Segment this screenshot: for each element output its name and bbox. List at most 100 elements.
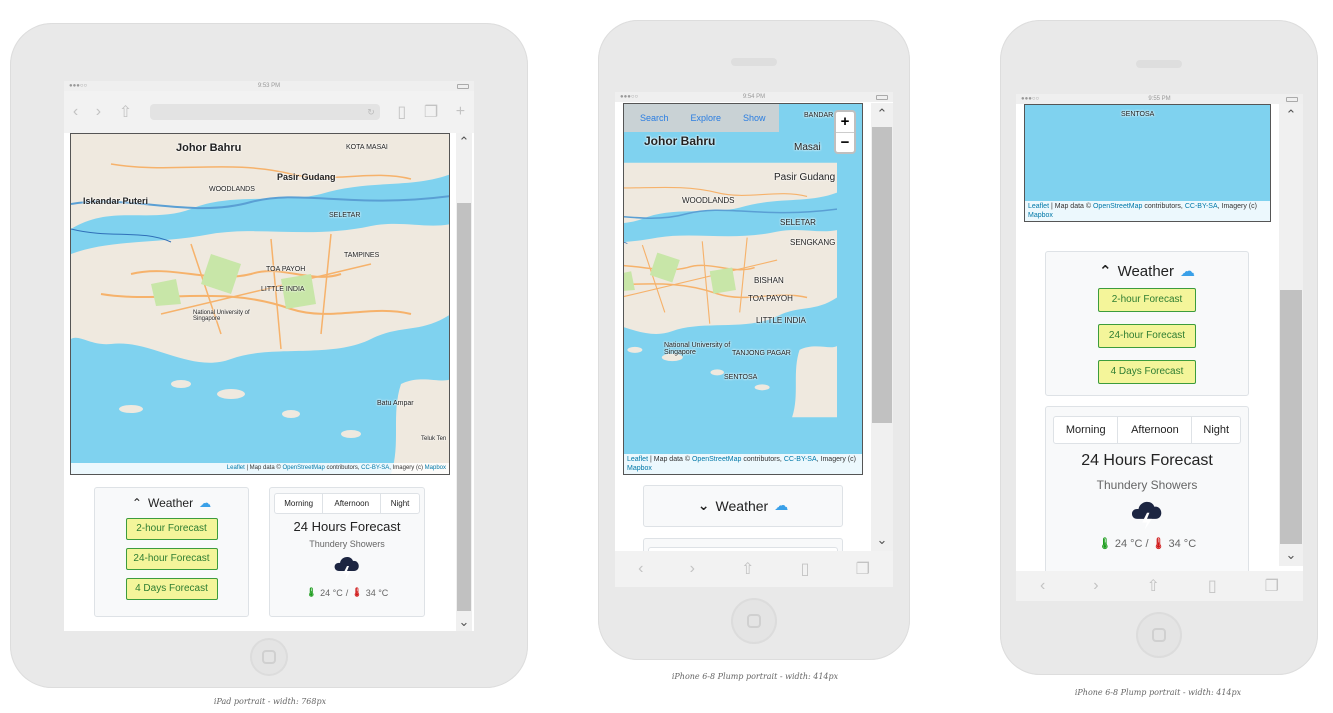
map-menu-explore[interactable]: Explore	[691, 113, 722, 123]
osm-link[interactable]: OpenStreetMap	[1093, 203, 1142, 210]
tab-morning[interactable]: Morning	[1054, 417, 1119, 443]
address-bar[interactable]: ↻	[149, 104, 380, 120]
share-icon[interactable]: ⇧	[1147, 576, 1160, 596]
leaflet-link[interactable]: Leaflet	[627, 456, 648, 463]
new-tab-icon[interactable]: +	[456, 103, 465, 121]
scroll-up-icon[interactable]: ⌃	[871, 107, 893, 121]
leaflet-link[interactable]: Leaflet	[227, 465, 245, 471]
forecast-title: 24 Hours Forecast	[1081, 452, 1213, 469]
map-menu-bar: Search Explore Show	[624, 104, 779, 132]
tabs-icon[interactable]: ❐	[856, 559, 870, 579]
osm-link[interactable]: OpenStreetMap	[282, 465, 324, 471]
share-icon[interactable]: ⇧	[119, 102, 132, 122]
temperature-range: 🌡 24 °C / 🌡 34 °C	[1046, 537, 1248, 551]
status-time: 9:54 PM	[742, 94, 766, 100]
map-label-johor-bahru: Johor Bahru	[176, 142, 242, 154]
iphone-home-button[interactable]	[731, 598, 777, 644]
leaflet-link[interactable]: Leaflet	[1028, 203, 1049, 210]
map-label-nus: National University of Singapore	[193, 310, 250, 322]
scroll-thumb[interactable]	[872, 127, 892, 423]
attribution-text-3: , Imagery (c)	[816, 456, 856, 463]
mapbox-link[interactable]: Mapbox	[1028, 212, 1053, 219]
two-hour-forecast-button[interactable]: 2-hour Forecast	[125, 518, 218, 540]
osm-link[interactable]: OpenStreetMap	[692, 456, 741, 463]
license-link[interactable]: CC-BY-SA	[1185, 203, 1218, 210]
iphone-screen-2: ●●●○○ 9:55 PM SENTOSA Leaflet | Map data…	[1016, 94, 1303, 601]
scroll-thumb[interactable]	[1280, 290, 1302, 544]
map-label-johor-bahru: Johor Bahru	[644, 134, 716, 148]
twenty-four-hour-forecast-button[interactable]: 24-hour Forecast	[1098, 324, 1196, 348]
map-menu-search[interactable]: Search	[640, 113, 669, 123]
weather-toggle[interactable]: ⌃ Weather ☁	[1046, 262, 1248, 281]
forward-icon[interactable]: ›	[96, 103, 101, 121]
scroll-down-icon[interactable]: ⌄	[456, 615, 472, 629]
scroll-up-icon[interactable]: ⌃	[1279, 108, 1303, 122]
back-icon[interactable]: ‹	[73, 103, 78, 121]
status-time: 9:55 PM	[1148, 96, 1171, 102]
tab-afternoon[interactable]: Afternoon	[1118, 417, 1193, 443]
four-days-forecast-button[interactable]: 4 Days Forecast	[125, 578, 218, 600]
four-days-forecast-button[interactable]: 4 Days Forecast	[1098, 360, 1196, 384]
reload-icon[interactable]: ↻	[367, 107, 375, 117]
bookmarks-icon[interactable]: ▯	[397, 102, 406, 122]
map-tiles	[624, 104, 863, 475]
bookmarks-icon[interactable]: ▯	[1208, 576, 1217, 596]
tab-morning[interactable]: Morning	[275, 494, 324, 513]
weather-toggle[interactable]: ⌃ Weather ☁	[95, 496, 248, 510]
ipad-home-button[interactable]	[250, 638, 288, 676]
iphone-scrollbar-2[interactable]: ⌃ ⌄	[1279, 104, 1303, 566]
bookmarks-icon[interactable]: ▯	[801, 559, 810, 579]
tab-night[interactable]: Night	[381, 494, 419, 513]
tab-night[interactable]: Night	[1192, 417, 1240, 443]
ipad-screen: ●●●○○ 9:53 PM ‹ › ⇧ ↻ ▯ ❐ + Johor Bahru …	[64, 81, 474, 631]
iphone-frame-1: ●●●○○ 9:54 PM Search Explore Show BANDAR…	[598, 20, 910, 660]
tab-afternoon[interactable]: Afternoon	[323, 494, 382, 513]
scroll-thumb[interactable]	[457, 203, 471, 611]
scroll-down-icon[interactable]: ⌄	[1279, 548, 1303, 562]
two-hour-forecast-button[interactable]: 2-hour Forecast	[1098, 288, 1196, 312]
temp-separator: /	[345, 587, 349, 598]
temperature-range: 🌡 24 °C / 🌡 34 °C	[270, 587, 424, 598]
tabs-icon[interactable]: ❐	[1265, 576, 1279, 596]
iphone-statusbar-1: ●●●○○ 9:54 PM	[615, 92, 893, 102]
scroll-up-icon[interactable]: ⌃	[456, 135, 472, 149]
share-icon[interactable]: ⇧	[741, 559, 754, 579]
mapbox-link[interactable]: Mapbox	[627, 465, 652, 472]
map-attribution: Leaflet | Map data © OpenStreetMap contr…	[1025, 201, 1270, 221]
back-icon[interactable]: ‹	[1040, 577, 1045, 595]
period-tabs: Morning Afternoon Night	[1053, 416, 1241, 444]
map-menu-show[interactable]: Show	[743, 113, 766, 123]
scroll-down-icon[interactable]: ⌄	[871, 533, 893, 547]
iphone-browser-toolbar-1: ‹ › ⇧ ▯ ❐	[615, 551, 893, 587]
signal-indicator: ●●●○○	[1021, 96, 1040, 102]
attribution-text-2: contributors,	[324, 465, 362, 471]
twenty-four-hour-forecast-button[interactable]: 24-hour Forecast	[125, 548, 218, 570]
map[interactable]: Johor Bahru Pasir Gudang Iskandar Puteri…	[70, 133, 450, 475]
map-tiles	[71, 134, 450, 474]
map-attribution: Leaflet | Map data © OpenStreetMap contr…	[624, 454, 862, 474]
forward-icon[interactable]: ›	[690, 560, 695, 578]
map[interactable]: SENTOSA Leaflet | Map data © OpenStreetM…	[1024, 104, 1271, 222]
back-icon[interactable]: ‹	[638, 560, 643, 578]
weather-title: Weather	[715, 497, 769, 514]
map[interactable]: Search Explore Show BANDAR BARU Johor Ba…	[623, 103, 863, 475]
weather-toggle[interactable]: ⌄ Weather ☁	[644, 497, 842, 514]
weather-panel: ⌄ Weather ☁	[643, 485, 843, 527]
zoom-out-button[interactable]: −	[836, 132, 854, 152]
battery-icon	[1286, 96, 1298, 102]
cloud-sun-icon: ☁	[774, 497, 789, 513]
forecast-card: Morning Afternoon Night 24 Hours Forecas…	[1045, 406, 1249, 579]
license-link[interactable]: CC-BY-SA	[784, 456, 817, 463]
tabs-icon[interactable]: ❐	[424, 102, 438, 122]
iphone-scrollbar-1[interactable]: ⌃ ⌄	[871, 103, 893, 551]
iphone-home-button[interactable]	[1136, 612, 1182, 658]
ipad-scrollbar[interactable]: ⌃ ⌄	[456, 133, 472, 631]
ipad-browser-toolbar: ‹ › ⇧ ↻ ▯ ❐ +	[64, 91, 474, 133]
zoom-in-button[interactable]: +	[836, 112, 854, 132]
forward-icon[interactable]: ›	[1093, 577, 1098, 595]
license-link[interactable]: CC-BY-SA	[361, 465, 389, 471]
mapbox-link[interactable]: Mapbox	[425, 465, 446, 471]
map-label-toa-payoh: TOA PAYOH	[266, 266, 306, 273]
forecast-condition: Thundery Showers	[1096, 478, 1198, 492]
ipad-frame: ●●●○○ 9:53 PM ‹ › ⇧ ↻ ▯ ❐ + Johor Bahru …	[10, 23, 528, 688]
